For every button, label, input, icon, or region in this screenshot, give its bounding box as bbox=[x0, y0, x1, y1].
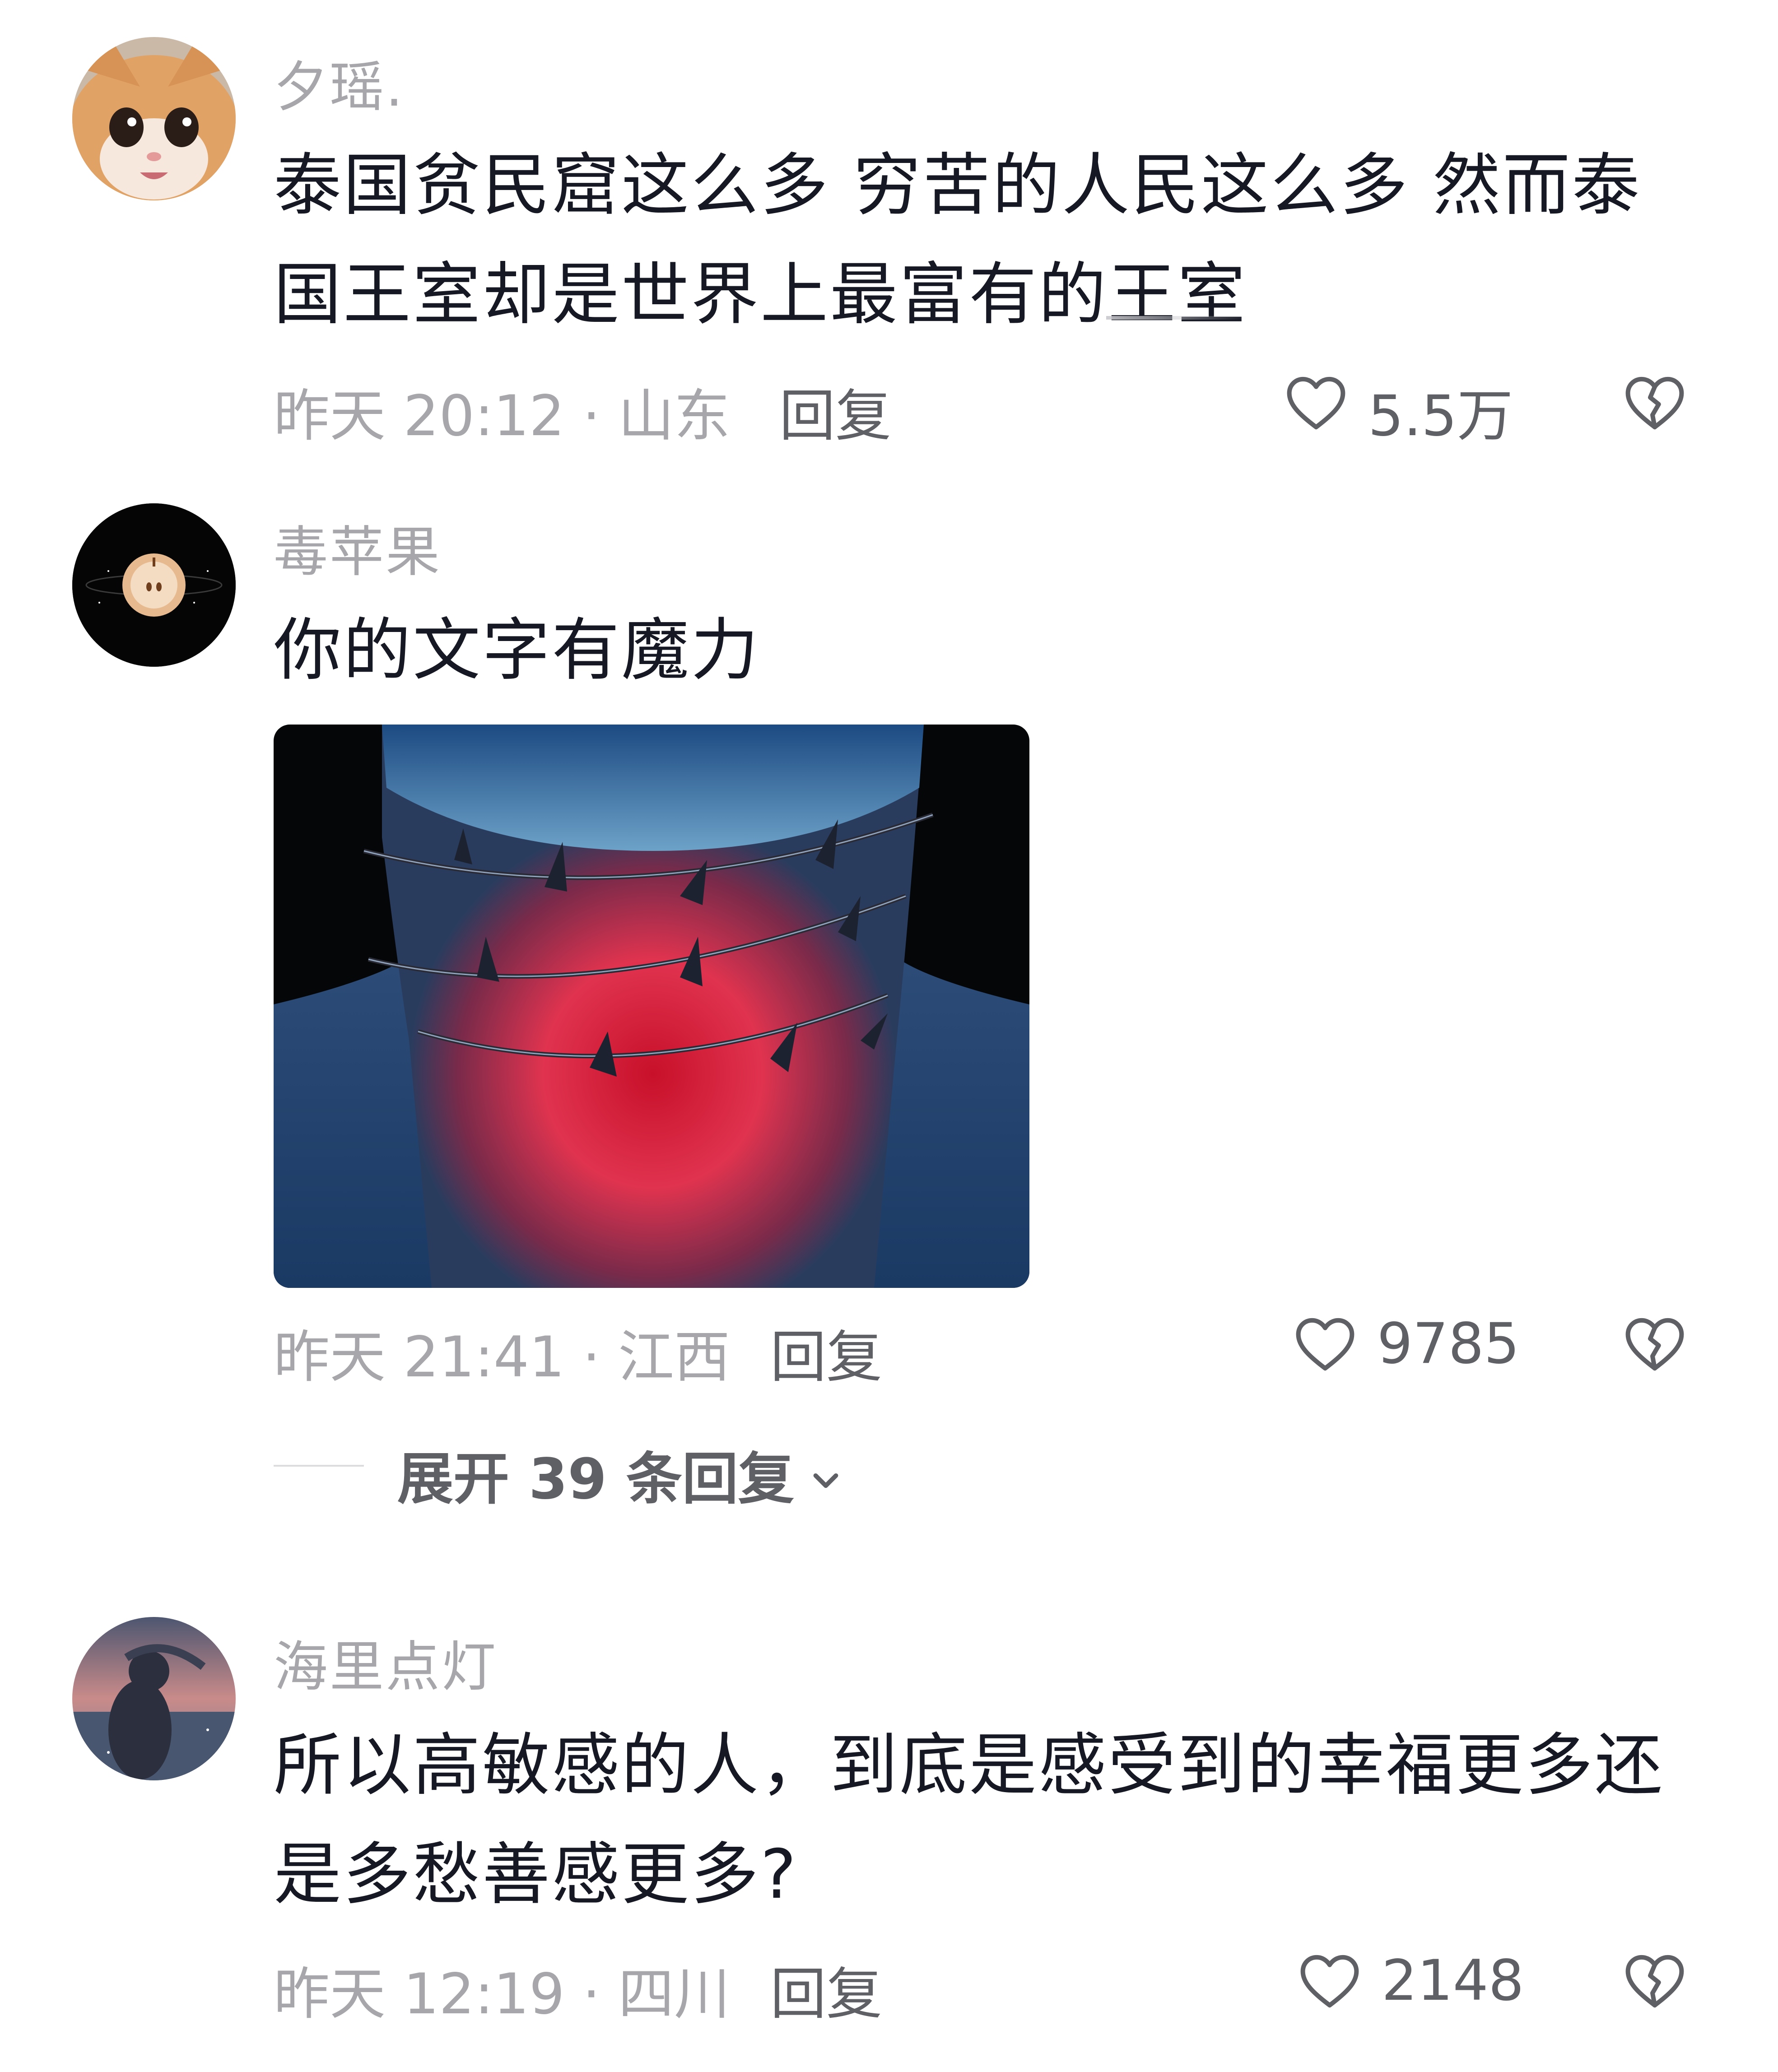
reply-button[interactable]: 回复 bbox=[770, 1311, 882, 1393]
comment-text: 所以高敏感的人，到底是感受到的幸福更多还是多愁善感更多? bbox=[274, 1726, 1665, 1914]
divider bbox=[274, 1465, 364, 1467]
heart-outline-icon[interactable] bbox=[1291, 1310, 1359, 1378]
comment-text: 泰国贫民窟这么多 穷苦的人民这么多 然而泰国王室却是世界上最富有的王室 bbox=[274, 146, 1642, 334]
expand-replies-button[interactable]: 展开 39 条回复 bbox=[397, 1433, 846, 1512]
username[interactable]: 毒苹果 bbox=[274, 508, 442, 586]
username[interactable]: 海里点灯 bbox=[274, 1623, 498, 1701]
heart-outline-icon[interactable] bbox=[1296, 1947, 1364, 2015]
comment-image[interactable] bbox=[274, 725, 1029, 1288]
like-count: 9785 bbox=[1377, 1311, 1520, 1376]
avatar[interactable] bbox=[72, 1617, 236, 1780]
chevron-down-icon bbox=[813, 1473, 838, 1488]
reply-button[interactable]: 回复 bbox=[779, 370, 891, 451]
comment-time-location: 昨天 21:41 · 江西 bbox=[274, 1325, 731, 1390]
comment-text: 你的文字有魔力 bbox=[274, 611, 761, 690]
comment-time-location: 昨天 12:19 · 四川 bbox=[274, 1962, 731, 2027]
heart-outline-icon[interactable] bbox=[1282, 369, 1350, 437]
broken-heart-icon[interactable] bbox=[1621, 1310, 1689, 1378]
broken-heart-icon[interactable] bbox=[1621, 369, 1689, 437]
broken-heart-icon[interactable] bbox=[1621, 1947, 1689, 2015]
like-count: 5.5万 bbox=[1368, 384, 1513, 449]
like-count: 2148 bbox=[1382, 1948, 1524, 2013]
comment-time-location: 昨天 20:12 · 山东 bbox=[274, 384, 731, 449]
reply-button[interactable]: 回复 bbox=[770, 1948, 882, 2030]
avatar[interactable] bbox=[72, 503, 236, 667]
expand-replies-label: 展开 39 条回复 bbox=[397, 1447, 794, 1512]
text-fade bbox=[1106, 316, 1251, 320]
avatar[interactable] bbox=[72, 37, 236, 200]
username[interactable]: 夕瑶. bbox=[274, 43, 405, 121]
